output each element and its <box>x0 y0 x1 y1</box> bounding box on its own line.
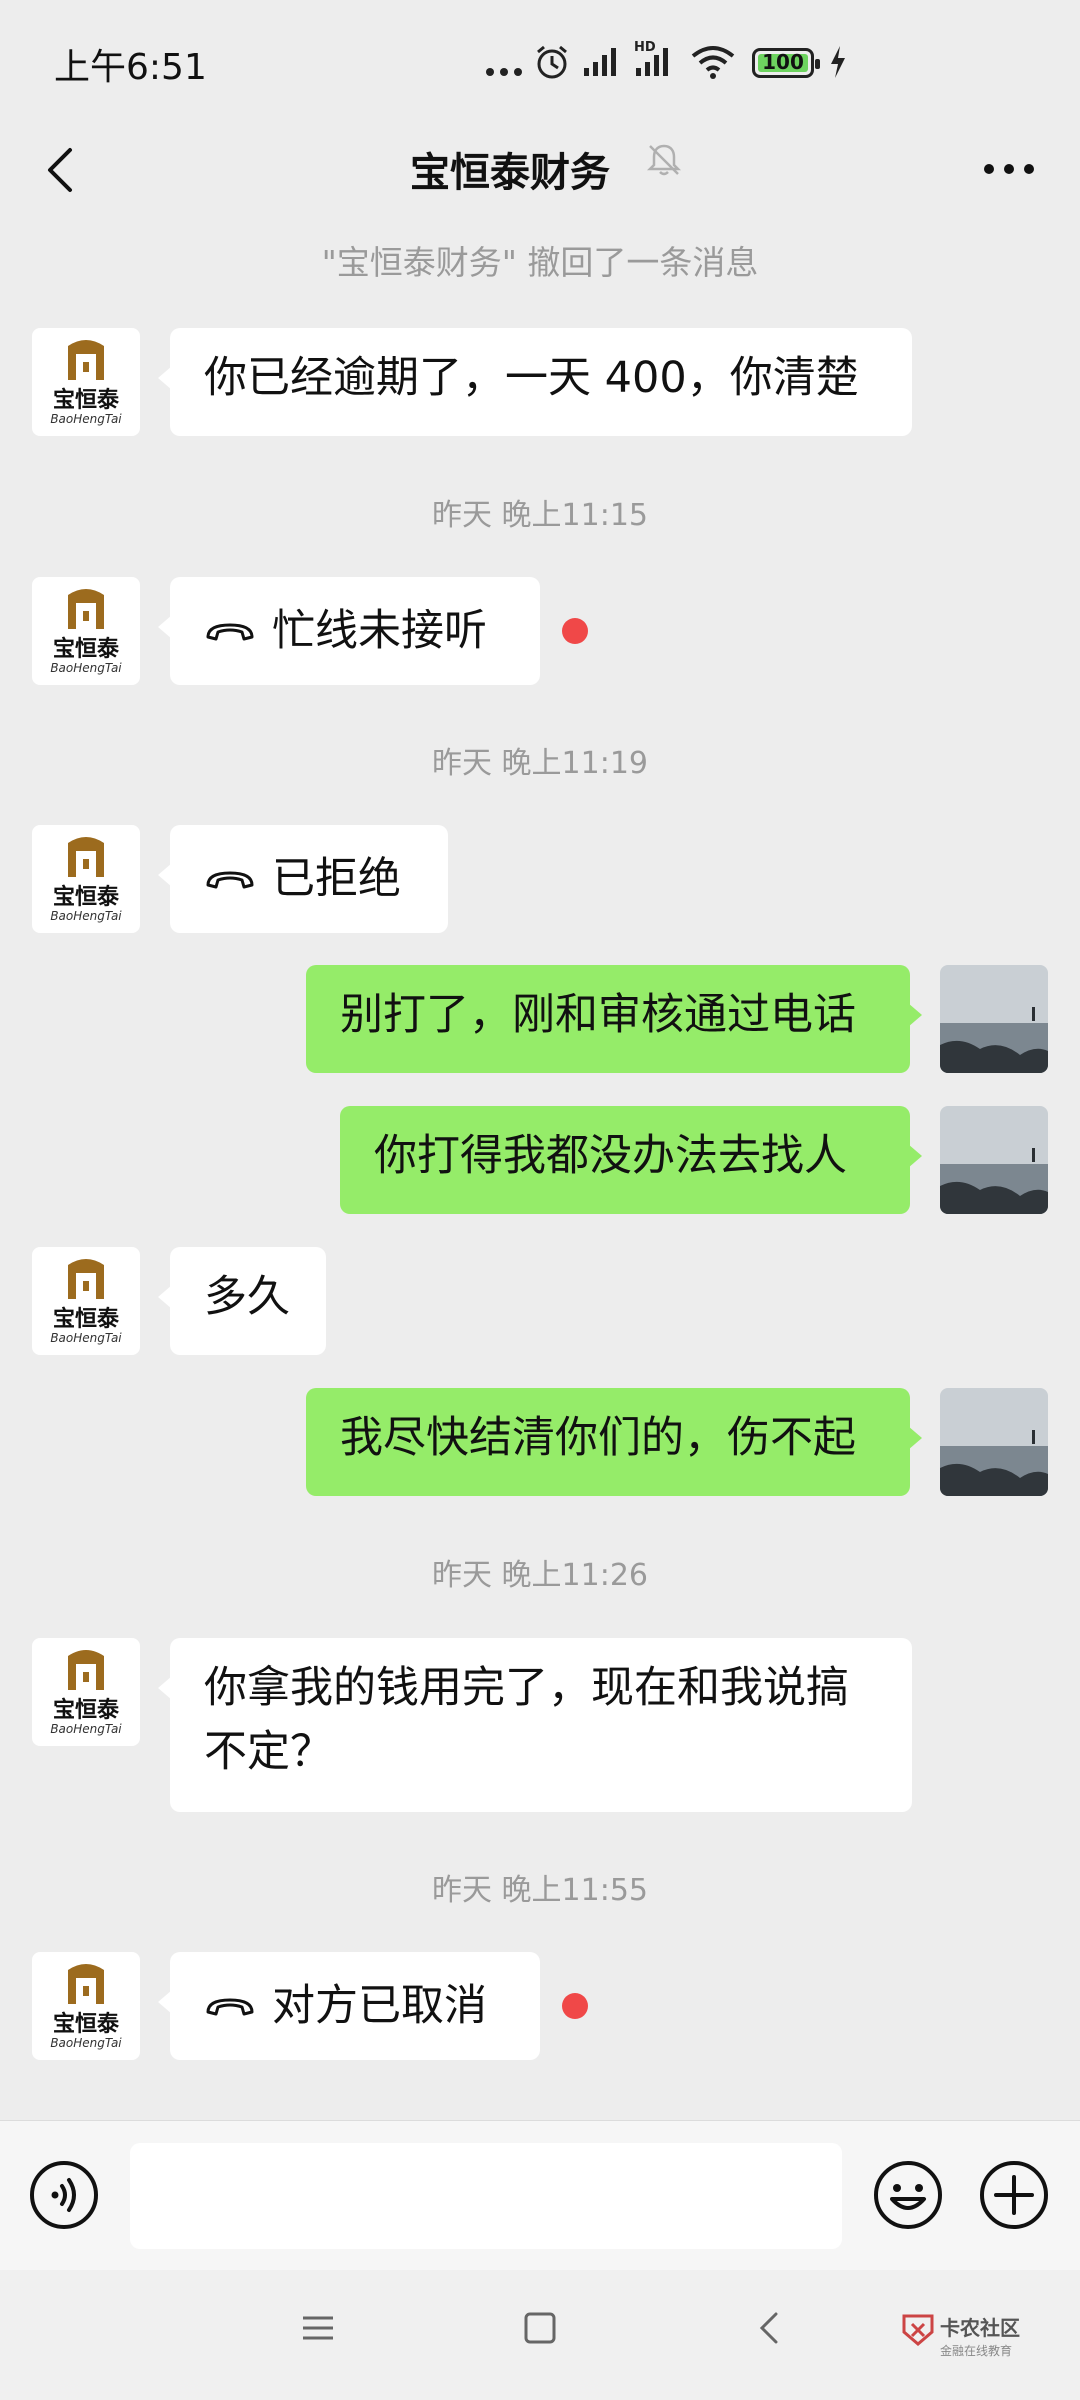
contact-avatar[interactable]: 宝恒泰 BaoHengTai <box>32 328 140 436</box>
my-avatar[interactable] <box>940 965 1048 1073</box>
emoji-icon[interactable] <box>872 2159 944 2231</box>
message-timestamp: 昨天 晚上11:19 <box>432 746 648 781</box>
phone-hangup-icon <box>206 623 254 641</box>
watermark-subtitle: 金融在线教育 <box>940 2344 1013 2358</box>
bell-off-icon <box>646 144 682 176</box>
battery-level: 100 <box>762 50 804 74</box>
message-bubble[interactable]: 你拿我的钱用完了，现在和我说搞不定？ <box>158 1638 912 1812</box>
battery-icon: 100 <box>752 48 820 78</box>
voice-icon[interactable] <box>28 2159 100 2231</box>
brand-logo-icon <box>68 340 104 380</box>
notification-dots-icon <box>486 68 522 76</box>
avatar-seascape-image <box>940 965 1048 1073</box>
avatar-brand-sub: BaoHengTai <box>50 661 122 675</box>
plus-icon[interactable] <box>978 2159 1050 2231</box>
avatar-brand-name: 宝恒泰 <box>52 1698 119 1723</box>
unread-call-dot <box>562 1993 588 2019</box>
status-time: 上午6:51 <box>54 47 207 88</box>
recall-notice: "宝恒泰财务" 撤回了一条消息 <box>321 243 759 282</box>
message-text: 我尽快结清你们的，伤不起 <box>340 1413 856 1463</box>
avatar-brand-name: 宝恒泰 <box>52 388 119 413</box>
brand-logo-icon <box>68 837 104 877</box>
message-text: 你已经逾期了，一天 400，你清楚 <box>204 353 859 403</box>
unread-call-dot <box>562 618 588 644</box>
call-status-text: 已拒绝 <box>272 854 401 904</box>
message-text: 你拿我的钱用完了，现在和我说搞不定？ <box>204 1663 849 1777</box>
message-text: 别打了，刚和审核通过电话 <box>340 990 856 1040</box>
my-avatar[interactable] <box>940 1106 1048 1214</box>
message-text: 多久 <box>204 1272 290 1322</box>
contact-avatar[interactable]: 宝恒泰 BaoHengTai <box>32 577 140 685</box>
avatar-brand-sub: BaoHengTai <box>50 1722 122 1736</box>
chat-header: 宝恒泰财务 <box>0 120 1080 220</box>
phone-hangup-icon <box>206 871 254 889</box>
input-bar <box>0 2120 1080 2270</box>
signal-hd-icon <box>636 48 668 76</box>
more-button[interactable] <box>984 154 1044 184</box>
home-icon[interactable] <box>522 2310 558 2346</box>
message-bubble[interactable]: 多久 <box>158 1247 326 1355</box>
back-nav-icon[interactable] <box>752 2310 788 2346</box>
avatar-seascape-image <box>940 1106 1048 1214</box>
charging-icon <box>831 46 845 78</box>
message-bubble[interactable]: 你已经逾期了，一天 400，你清楚 <box>158 328 912 436</box>
chat-title: 宝恒泰财务 <box>410 150 610 196</box>
avatar-brand-name: 宝恒泰 <box>52 885 119 910</box>
contact-avatar[interactable]: 宝恒泰 BaoHengTai <box>32 1952 140 2060</box>
my-avatar[interactable] <box>940 1388 1048 1496</box>
menu-icon[interactable] <box>300 2310 336 2346</box>
avatar-seascape-image <box>940 1388 1048 1496</box>
message-bubble[interactable]: 别打了，刚和审核通过电话 <box>306 965 922 1073</box>
avatar-brand-sub: BaoHengTai <box>50 909 122 923</box>
brand-logo-icon <box>68 589 104 629</box>
signal-icon <box>584 48 616 76</box>
avatar-brand-name: 宝恒泰 <box>52 637 119 662</box>
message-bubble[interactable]: 我尽快结清你们的，伤不起 <box>306 1388 922 1496</box>
call-record-bubble[interactable]: 对方已取消 <box>158 1952 540 2060</box>
message-timestamp: 昨天 晚上11:15 <box>432 498 648 533</box>
phone-hangup-icon <box>206 1998 254 2016</box>
message-timestamp: 昨天 晚上11:26 <box>432 1558 648 1593</box>
avatar-brand-name: 宝恒泰 <box>52 2012 119 2037</box>
brand-logo-icon <box>68 1964 104 2004</box>
call-record-bubble[interactable]: 已拒绝 <box>158 825 448 933</box>
message-bubble[interactable]: 你打得我都没办法去找人 <box>340 1106 922 1214</box>
avatar-brand-sub: BaoHengTai <box>50 1331 122 1345</box>
watermark-logo-icon <box>902 2314 934 2346</box>
message-text: 你打得我都没办法去找人 <box>374 1131 847 1181</box>
avatar-brand-sub: BaoHengTai <box>50 2036 122 2050</box>
avatar-brand-name: 宝恒泰 <box>52 1307 119 1332</box>
message-timestamp: 昨天 晚上11:55 <box>432 1873 648 1908</box>
call-status-text: 对方已取消 <box>272 1981 487 2031</box>
contact-avatar[interactable]: 宝恒泰 BaoHengTai <box>32 825 140 933</box>
wifi-icon <box>691 46 735 79</box>
brand-logo-icon <box>68 1259 104 1299</box>
alarm-icon <box>537 45 567 79</box>
status-bar: 上午6:51 HD 100 <box>0 0 1080 120</box>
message-input[interactable] <box>130 2143 842 2249</box>
watermark-title: 卡农社区 <box>940 2316 1020 2340</box>
message-list[interactable]: "宝恒泰财务" 撤回了一条消息 宝恒泰 BaoHengTai 你已经逾期了，一天… <box>0 220 1080 2120</box>
contact-avatar[interactable]: 宝恒泰 BaoHengTai <box>32 1247 140 1355</box>
avatar-brand-sub: BaoHengTai <box>50 412 122 426</box>
brand-logo-icon <box>68 1650 104 1690</box>
call-record-bubble[interactable]: 忙线未接听 <box>158 577 540 685</box>
contact-avatar[interactable]: 宝恒泰 BaoHengTai <box>32 1638 140 1746</box>
call-status-text: 忙线未接听 <box>272 606 487 656</box>
